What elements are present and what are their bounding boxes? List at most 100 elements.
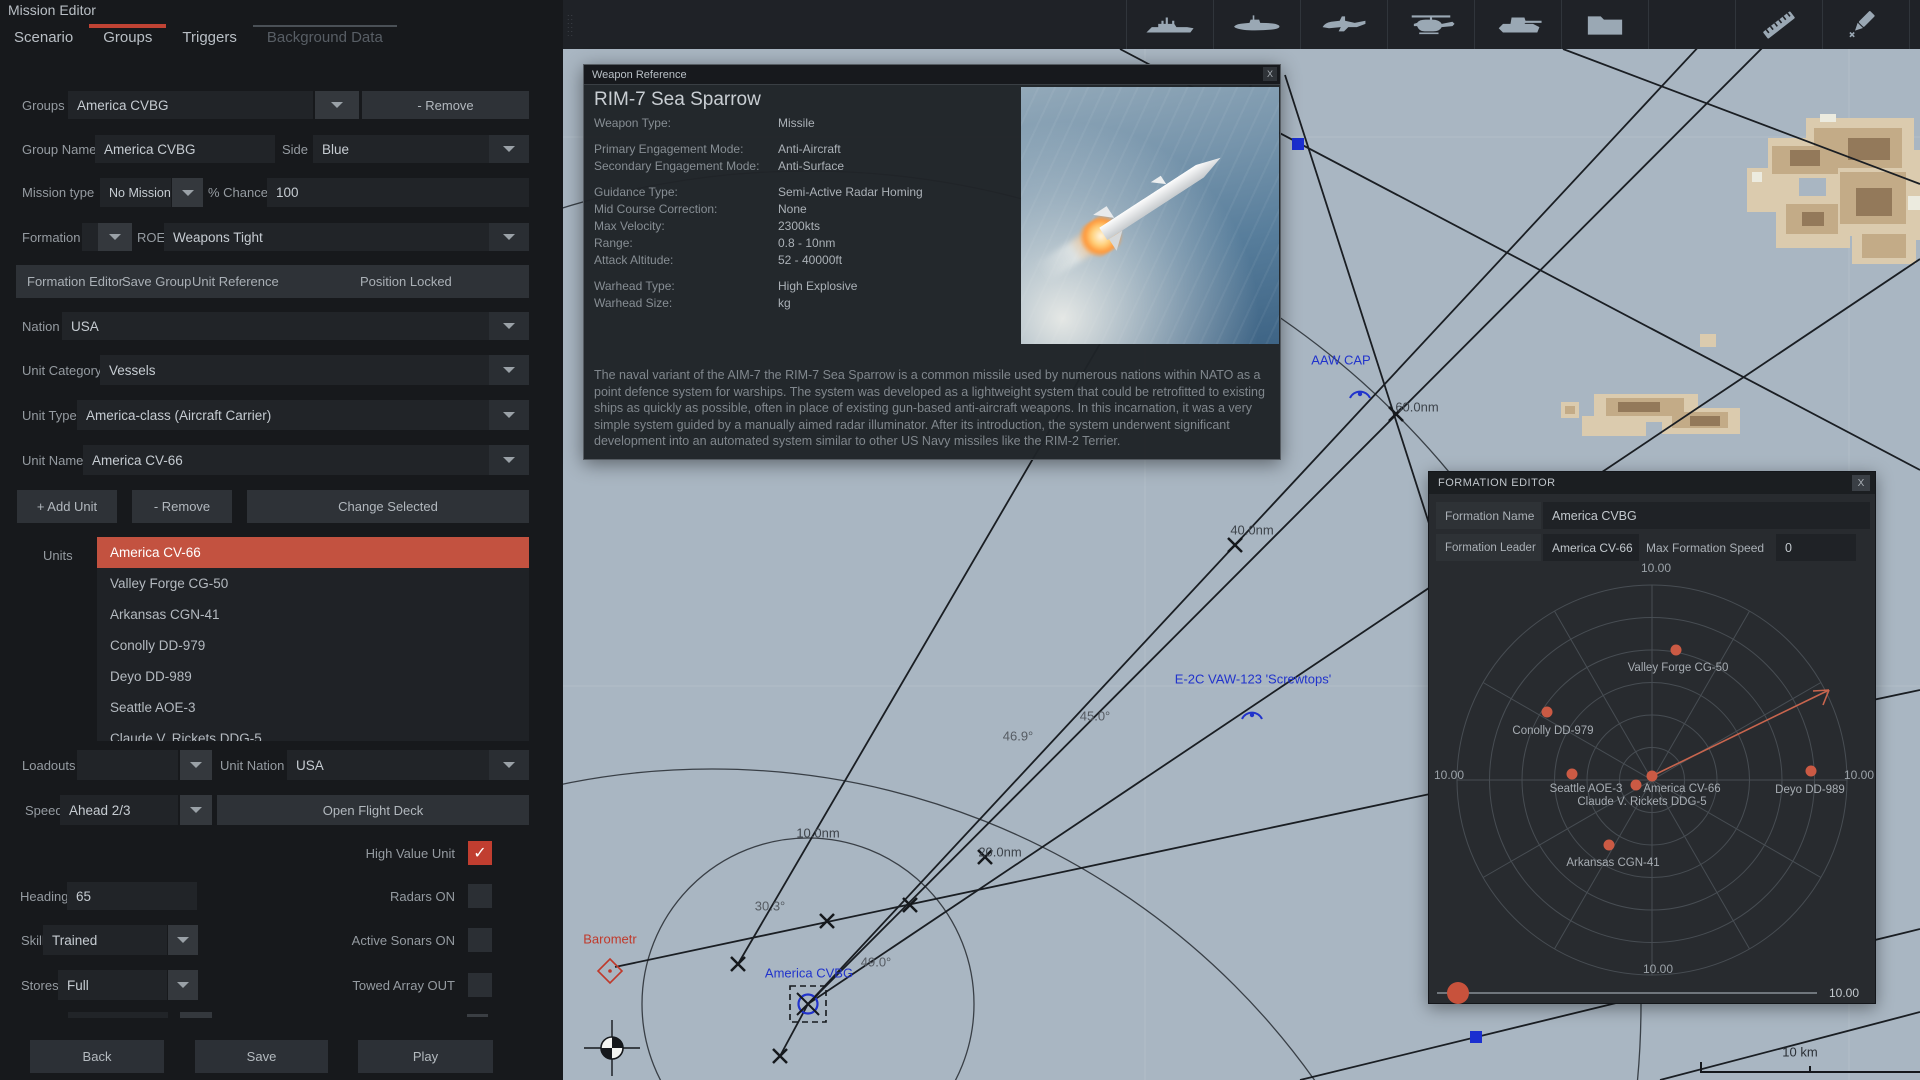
editor-toolbar: :::::: bbox=[563, 0, 1920, 49]
mission-editor-panel: Mission Editor Scenario Groups Triggers … bbox=[0, 0, 563, 1080]
formation-select[interactable] bbox=[82, 223, 98, 251]
formation-unit-dot[interactable] bbox=[1805, 765, 1817, 777]
spec-label: Mid Course Correction: bbox=[594, 201, 718, 216]
toolbar-tool-button[interactable] bbox=[1822, 0, 1909, 49]
unit-type-select[interactable]: America-class (Aircraft Carrier) bbox=[77, 400, 529, 430]
position-locked-toggle[interactable]: Position Locked bbox=[360, 265, 452, 298]
unit-list-item[interactable]: Conolly DD-979 bbox=[97, 630, 529, 661]
formation-unit-dot[interactable] bbox=[1541, 706, 1553, 718]
toolbar-tool-button[interactable] bbox=[1387, 0, 1474, 49]
save-group-button[interactable]: Save Group bbox=[122, 265, 191, 298]
formation-name-label: Formation Name bbox=[1436, 502, 1541, 529]
formation-range-slider[interactable] bbox=[1437, 992, 1817, 994]
unit-category-select[interactable]: Vessels bbox=[100, 355, 529, 385]
toggle-checkbox[interactable] bbox=[468, 841, 492, 865]
stores-label: Stores bbox=[21, 977, 59, 993]
formation-name-input[interactable]: America CVBG bbox=[1543, 502, 1870, 529]
footer-button[interactable]: Save bbox=[195, 1040, 328, 1073]
unit-reference-button[interactable]: Unit Reference bbox=[192, 265, 279, 298]
remove-unit-button[interactable]: - Remove bbox=[132, 490, 232, 523]
unit-category-dropdown-button[interactable] bbox=[489, 355, 529, 385]
groups-select[interactable]: America CVBG bbox=[68, 91, 313, 119]
formation-unit-dot[interactable] bbox=[1670, 644, 1682, 656]
toggle-checkbox[interactable] bbox=[468, 973, 492, 997]
unit-type-dropdown-button[interactable] bbox=[489, 400, 529, 430]
roe-select[interactable]: Weapons Tight bbox=[164, 223, 529, 251]
max-formation-speed-input[interactable]: 0 bbox=[1776, 534, 1856, 561]
spec-label: Guidance Type: bbox=[594, 184, 678, 199]
formation-unit-label: America CV-66 bbox=[1643, 783, 1721, 795]
unit-nation-select[interactable]: USA bbox=[287, 750, 529, 780]
open-flight-deck-button[interactable]: Open Flight Deck bbox=[217, 795, 529, 825]
stores-select[interactable]: Full bbox=[58, 970, 167, 1000]
close-button[interactable]: X bbox=[1852, 475, 1870, 491]
nation-select[interactable]: USA bbox=[62, 312, 529, 340]
formation-leader-select[interactable]: America CV-66 bbox=[1543, 534, 1639, 561]
formation-editor-button[interactable]: Formation Editor bbox=[27, 265, 123, 298]
toolbar-tool-button[interactable] bbox=[1474, 0, 1561, 49]
spec-label: Warhead Size: bbox=[594, 295, 673, 310]
close-button[interactable]: X bbox=[1263, 67, 1277, 81]
editor-tab[interactable]: Scenario bbox=[12, 22, 75, 56]
toggle-checkbox[interactable] bbox=[468, 884, 492, 908]
toolbar-tool-button[interactable] bbox=[1909, 0, 1920, 49]
groups-dropdown-button[interactable] bbox=[315, 91, 359, 119]
side-label: Side bbox=[282, 141, 309, 157]
unit-name-select[interactable]: America CV-66 bbox=[83, 445, 529, 475]
weapon-reference-titlebar[interactable]: Weapon Reference bbox=[584, 65, 1280, 85]
change-selected-button[interactable]: Change Selected bbox=[247, 490, 529, 523]
unit-list-item[interactable]: America CV-66 bbox=[97, 537, 529, 568]
remove-group-button[interactable]: - Remove bbox=[362, 91, 529, 119]
editor-tab[interactable]: Groups bbox=[89, 22, 167, 56]
formation-unit-dot[interactable] bbox=[1566, 768, 1578, 780]
mission-type-dropdown-button[interactable] bbox=[172, 178, 203, 207]
skill-dropdown-button[interactable] bbox=[168, 925, 198, 955]
toggle-checkbox[interactable] bbox=[468, 928, 492, 952]
loadouts-select[interactable] bbox=[77, 750, 178, 780]
toolbar-tool-button[interactable] bbox=[1126, 0, 1213, 49]
heading-label: Heading bbox=[20, 888, 69, 904]
toolbar-tool-button[interactable] bbox=[1561, 0, 1648, 49]
side-dropdown-button[interactable] bbox=[489, 135, 529, 163]
formation-unit-dot[interactable] bbox=[1630, 779, 1642, 791]
unit-name-dropdown-button[interactable] bbox=[489, 445, 529, 475]
unit-list-item[interactable]: Arkansas CGN-41 bbox=[97, 599, 529, 630]
add-unit-button[interactable]: + Add Unit bbox=[17, 490, 117, 523]
chance-input[interactable]: 100 bbox=[267, 178, 529, 207]
toolbar-tool-button[interactable] bbox=[1735, 0, 1822, 49]
chevron-down-icon bbox=[503, 323, 515, 335]
editor-tab[interactable]: Triggers bbox=[180, 22, 238, 56]
footer-button[interactable]: Play bbox=[358, 1040, 493, 1073]
spec-row: Range: 0.8 - 10nm bbox=[594, 234, 1018, 251]
skill-select[interactable]: Trained bbox=[43, 925, 167, 955]
speed-select[interactable]: Ahead 2/3 bbox=[60, 795, 178, 825]
formation-unit-dot[interactable] bbox=[1603, 839, 1615, 851]
editor-tab[interactable]: Background Data bbox=[252, 22, 397, 56]
spec-label: Weapon Type: bbox=[594, 115, 671, 130]
group-name-input[interactable]: America CVBG bbox=[95, 135, 275, 163]
formation-dropdown-button[interactable] bbox=[98, 223, 132, 251]
slider-handle[interactable] bbox=[1447, 982, 1469, 1004]
heading-input[interactable]: 65 bbox=[67, 882, 197, 910]
toolbar-tool-button[interactable] bbox=[1213, 0, 1300, 49]
unit-list-item[interactable]: Seattle AOE-3 bbox=[97, 692, 529, 723]
nation-dropdown-button[interactable] bbox=[489, 312, 529, 340]
toolbar-tool-button[interactable] bbox=[1300, 0, 1387, 49]
unit-nation-dropdown-button[interactable] bbox=[489, 750, 529, 780]
chevron-down-icon bbox=[177, 982, 189, 994]
formation-editor-titlebar[interactable]: FORMATION EDITOR bbox=[1429, 472, 1875, 494]
footer-button[interactable]: Back bbox=[30, 1040, 164, 1073]
stores-dropdown-button[interactable] bbox=[168, 970, 198, 1000]
roe-dropdown-button[interactable] bbox=[489, 223, 529, 251]
mission-type-select[interactable]: No Mission bbox=[100, 178, 171, 207]
spec-label: Range: bbox=[594, 235, 633, 250]
side-select[interactable]: Blue bbox=[313, 135, 529, 163]
skill-label: Skill bbox=[21, 932, 45, 948]
speed-dropdown-button[interactable] bbox=[180, 795, 212, 825]
unit-list-item[interactable]: Valley Forge CG-50 bbox=[97, 568, 529, 599]
formation-unit-dot[interactable] bbox=[1646, 770, 1658, 782]
unit-list-item[interactable]: Deyo DD-989 bbox=[97, 661, 529, 692]
unit-list-item[interactable]: Claude V. Rickets DDG-5 bbox=[97, 723, 529, 741]
toggle-label: Active Sonars ON bbox=[351, 932, 455, 948]
loadouts-dropdown-button[interactable] bbox=[180, 750, 212, 780]
